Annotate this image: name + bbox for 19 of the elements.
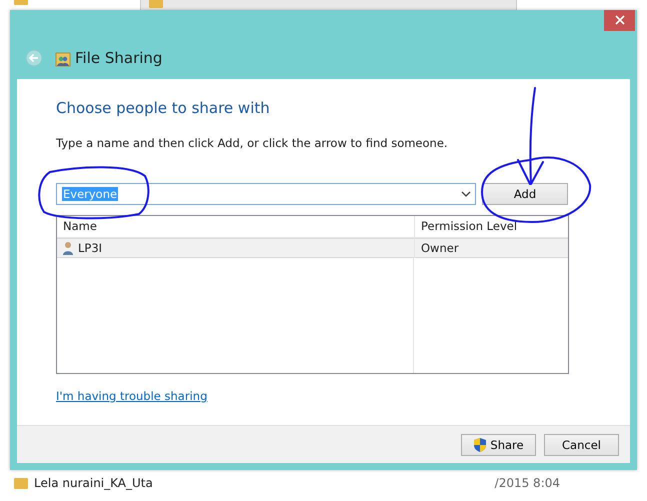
people-folder-icon — [55, 51, 71, 67]
dropdown-caret-icon[interactable] — [461, 191, 471, 197]
table-cell[interactable]: Owner — [414, 238, 568, 258]
shield-icon — [473, 436, 488, 452]
close-button[interactable] — [604, 10, 635, 31]
instruction-text: Type a name and then click Add, or click the arrow to find someone. — [56, 136, 449, 150]
add-button[interactable]: Add — [482, 183, 568, 205]
file-date: /2015 8:04 — [494, 476, 560, 490]
help-link[interactable]: I'm having trouble sharing — [56, 389, 208, 403]
section-heading: Choose people to share with — [56, 99, 271, 117]
dialog-button[interactable]: Share — [461, 434, 536, 456]
user-icon — [63, 241, 73, 255]
file-name[interactable]: Lela nuraini_KA_Uta — [34, 476, 153, 490]
folder-icon — [14, 478, 28, 488]
dialog-title: File Sharing — [75, 49, 162, 67]
table-cell[interactable]: LP3I — [57, 238, 414, 258]
dialog-button[interactable]: Cancel — [544, 434, 619, 456]
close-icon — [614, 15, 624, 25]
user-name: LP3I — [78, 241, 102, 255]
